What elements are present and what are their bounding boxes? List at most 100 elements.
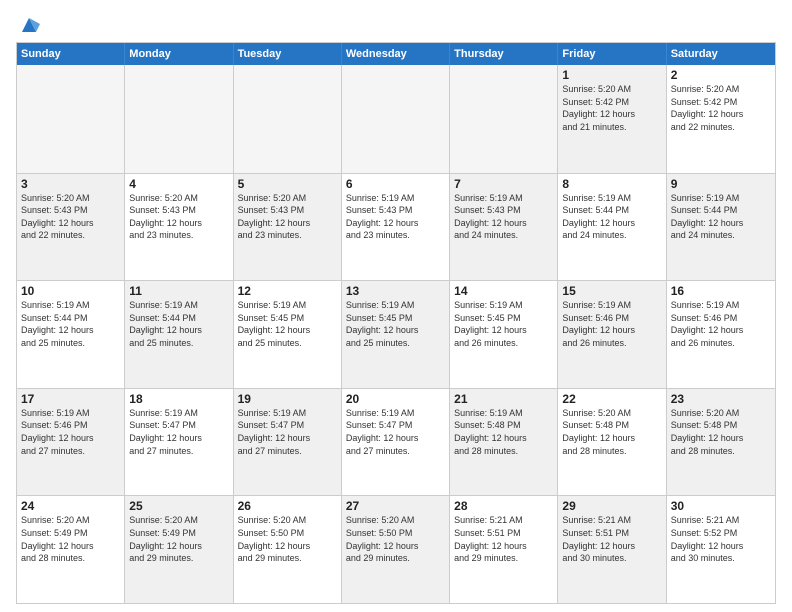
- cell-info: Sunrise: 5:19 AM Sunset: 5:46 PM Dayligh…: [671, 299, 771, 349]
- day-of-week-sunday: Sunday: [17, 43, 125, 65]
- cell-info: Sunrise: 5:19 AM Sunset: 5:48 PM Dayligh…: [454, 407, 553, 457]
- calendar-cell: 13Sunrise: 5:19 AM Sunset: 5:45 PM Dayli…: [342, 281, 450, 388]
- calendar-cell: 17Sunrise: 5:19 AM Sunset: 5:46 PM Dayli…: [17, 389, 125, 496]
- cell-info: Sunrise: 5:20 AM Sunset: 5:50 PM Dayligh…: [238, 514, 337, 564]
- cell-info: Sunrise: 5:19 AM Sunset: 5:44 PM Dayligh…: [562, 192, 661, 242]
- cell-info: Sunrise: 5:20 AM Sunset: 5:48 PM Dayligh…: [671, 407, 771, 457]
- week-row-1: 3Sunrise: 5:20 AM Sunset: 5:43 PM Daylig…: [17, 173, 775, 281]
- day-number: 2: [671, 68, 771, 82]
- calendar-cell: 27Sunrise: 5:20 AM Sunset: 5:50 PM Dayli…: [342, 496, 450, 603]
- cell-info: Sunrise: 5:20 AM Sunset: 5:43 PM Dayligh…: [238, 192, 337, 242]
- calendar-cell: 1Sunrise: 5:20 AM Sunset: 5:42 PM Daylig…: [558, 65, 666, 173]
- cell-info: Sunrise: 5:20 AM Sunset: 5:43 PM Dayligh…: [21, 192, 120, 242]
- day-number: 27: [346, 499, 445, 513]
- day-number: 12: [238, 284, 337, 298]
- calendar-cell: 7Sunrise: 5:19 AM Sunset: 5:43 PM Daylig…: [450, 174, 558, 281]
- cell-info: Sunrise: 5:19 AM Sunset: 5:47 PM Dayligh…: [346, 407, 445, 457]
- calendar-cell: 21Sunrise: 5:19 AM Sunset: 5:48 PM Dayli…: [450, 389, 558, 496]
- week-row-2: 10Sunrise: 5:19 AM Sunset: 5:44 PM Dayli…: [17, 280, 775, 388]
- day-of-week-wednesday: Wednesday: [342, 43, 450, 65]
- cell-info: Sunrise: 5:20 AM Sunset: 5:49 PM Dayligh…: [21, 514, 120, 564]
- calendar-cell: [17, 65, 125, 173]
- cell-info: Sunrise: 5:20 AM Sunset: 5:42 PM Dayligh…: [671, 83, 771, 133]
- day-of-week-tuesday: Tuesday: [234, 43, 342, 65]
- logo: [16, 16, 40, 34]
- day-number: 4: [129, 177, 228, 191]
- day-number: 11: [129, 284, 228, 298]
- calendar-cell: 10Sunrise: 5:19 AM Sunset: 5:44 PM Dayli…: [17, 281, 125, 388]
- day-number: 18: [129, 392, 228, 406]
- cell-info: Sunrise: 5:19 AM Sunset: 5:45 PM Dayligh…: [346, 299, 445, 349]
- day-of-week-thursday: Thursday: [450, 43, 558, 65]
- cell-info: Sunrise: 5:19 AM Sunset: 5:46 PM Dayligh…: [21, 407, 120, 457]
- day-of-week-friday: Friday: [558, 43, 666, 65]
- cell-info: Sunrise: 5:19 AM Sunset: 5:45 PM Dayligh…: [454, 299, 553, 349]
- calendar-cell: 3Sunrise: 5:20 AM Sunset: 5:43 PM Daylig…: [17, 174, 125, 281]
- day-number: 23: [671, 392, 771, 406]
- calendar-cell: 25Sunrise: 5:20 AM Sunset: 5:49 PM Dayli…: [125, 496, 233, 603]
- calendar-cell: 28Sunrise: 5:21 AM Sunset: 5:51 PM Dayli…: [450, 496, 558, 603]
- calendar-cell: [125, 65, 233, 173]
- calendar-cell: 30Sunrise: 5:21 AM Sunset: 5:52 PM Dayli…: [667, 496, 775, 603]
- calendar-cell: 19Sunrise: 5:19 AM Sunset: 5:47 PM Dayli…: [234, 389, 342, 496]
- cell-info: Sunrise: 5:20 AM Sunset: 5:49 PM Dayligh…: [129, 514, 228, 564]
- cell-info: Sunrise: 5:19 AM Sunset: 5:44 PM Dayligh…: [21, 299, 120, 349]
- day-number: 15: [562, 284, 661, 298]
- page: SundayMondayTuesdayWednesdayThursdayFrid…: [0, 0, 792, 612]
- cell-info: Sunrise: 5:21 AM Sunset: 5:51 PM Dayligh…: [454, 514, 553, 564]
- calendar-cell: 15Sunrise: 5:19 AM Sunset: 5:46 PM Dayli…: [558, 281, 666, 388]
- day-number: 3: [21, 177, 120, 191]
- cell-info: Sunrise: 5:19 AM Sunset: 5:43 PM Dayligh…: [346, 192, 445, 242]
- logo-icon: [18, 14, 40, 36]
- calendar-body: 1 Sunrise: 5:20 AM Sunset: 5:42 PM Daylig…: [17, 65, 775, 603]
- cell-info: Sunrise: 5:19 AM Sunset: 5:45 PM Dayligh…: [238, 299, 337, 349]
- day-of-week-monday: Monday: [125, 43, 233, 65]
- day-of-week-saturday: Saturday: [667, 43, 775, 65]
- calendar-cell: 6Sunrise: 5:19 AM Sunset: 5:43 PM Daylig…: [342, 174, 450, 281]
- week-row-3: 17Sunrise: 5:19 AM Sunset: 5:46 PM Dayli…: [17, 388, 775, 496]
- calendar-cell: 11Sunrise: 5:19 AM Sunset: 5:44 PM Dayli…: [125, 281, 233, 388]
- cell-info: Sunrise: 5:19 AM Sunset: 5:46 PM Dayligh…: [562, 299, 661, 349]
- calendar-cell: [450, 65, 558, 173]
- day-number: 20: [346, 392, 445, 406]
- calendar-cell: 9Sunrise: 5:19 AM Sunset: 5:44 PM Daylig…: [667, 174, 775, 281]
- calendar-cell: 16Sunrise: 5:19 AM Sunset: 5:46 PM Dayli…: [667, 281, 775, 388]
- day-number: 19: [238, 392, 337, 406]
- calendar-cell: 14Sunrise: 5:19 AM Sunset: 5:45 PM Dayli…: [450, 281, 558, 388]
- day-number: 14: [454, 284, 553, 298]
- calendar-cell: 12Sunrise: 5:19 AM Sunset: 5:45 PM Dayli…: [234, 281, 342, 388]
- day-number: 9: [671, 177, 771, 191]
- day-number: 8: [562, 177, 661, 191]
- day-number: 1: [562, 68, 661, 82]
- day-number: 22: [562, 392, 661, 406]
- day-number: 25: [129, 499, 228, 513]
- calendar-cell: 2Sunrise: 5:20 AM Sunset: 5:42 PM Daylig…: [667, 65, 775, 173]
- cell-info: Sunrise: 5:19 AM Sunset: 5:47 PM Dayligh…: [238, 407, 337, 457]
- cell-info: Sunrise: 5:20 AM Sunset: 5:43 PM Dayligh…: [129, 192, 228, 242]
- week-row-4: 24Sunrise: 5:20 AM Sunset: 5:49 PM Dayli…: [17, 495, 775, 603]
- day-number: 5: [238, 177, 337, 191]
- cell-info: Sunrise: 5:19 AM Sunset: 5:47 PM Dayligh…: [129, 407, 228, 457]
- calendar-cell: 23Sunrise: 5:20 AM Sunset: 5:48 PM Dayli…: [667, 389, 775, 496]
- day-number: 16: [671, 284, 771, 298]
- day-number: 21: [454, 392, 553, 406]
- day-number: 13: [346, 284, 445, 298]
- calendar-cell: 26Sunrise: 5:20 AM Sunset: 5:50 PM Dayli…: [234, 496, 342, 603]
- calendar-cell: 29Sunrise: 5:21 AM Sunset: 5:51 PM Dayli…: [558, 496, 666, 603]
- calendar-cell: [342, 65, 450, 173]
- calendar-cell: 8Sunrise: 5:19 AM Sunset: 5:44 PM Daylig…: [558, 174, 666, 281]
- calendar-cell: 4Sunrise: 5:20 AM Sunset: 5:43 PM Daylig…: [125, 174, 233, 281]
- cell-info: Sunrise: 5:19 AM Sunset: 5:43 PM Dayligh…: [454, 192, 553, 242]
- cell-info: Sunrise: 5:20 AM Sunset: 5:48 PM Dayligh…: [562, 407, 661, 457]
- day-number: 30: [671, 499, 771, 513]
- day-number: 6: [346, 177, 445, 191]
- day-number: 24: [21, 499, 120, 513]
- day-number: 28: [454, 499, 553, 513]
- day-number: 26: [238, 499, 337, 513]
- calendar-cell: 22Sunrise: 5:20 AM Sunset: 5:48 PM Dayli…: [558, 389, 666, 496]
- day-number: 7: [454, 177, 553, 191]
- cell-info: Sunrise: 5:21 AM Sunset: 5:52 PM Dayligh…: [671, 514, 771, 564]
- cell-info: Sunrise: 5:19 AM Sunset: 5:44 PM Dayligh…: [129, 299, 228, 349]
- calendar-cell: 18Sunrise: 5:19 AM Sunset: 5:47 PM Dayli…: [125, 389, 233, 496]
- day-number: 17: [21, 392, 120, 406]
